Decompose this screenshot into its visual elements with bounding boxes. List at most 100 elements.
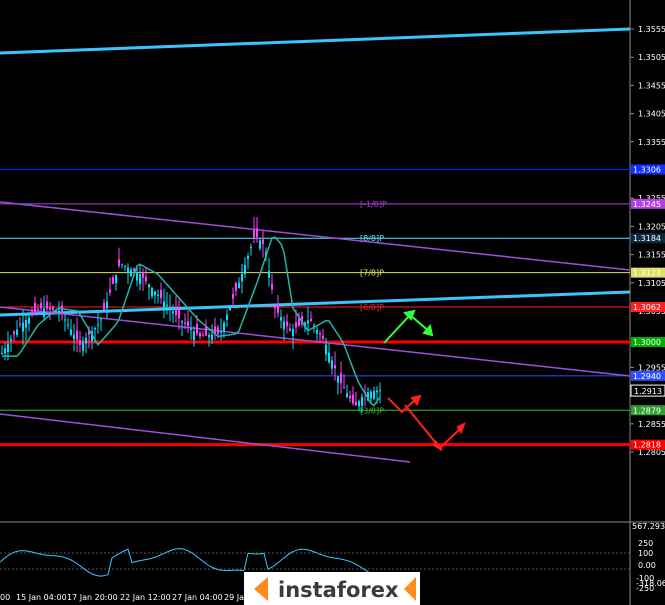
instaforex-logo: instaforex xyxy=(244,572,420,605)
price-tick-label: 1.3155 xyxy=(638,251,665,260)
candle-body xyxy=(16,329,18,335)
candle-body xyxy=(97,324,99,326)
candle-body xyxy=(235,282,237,291)
murrey-price-tag-text: 1.3245 xyxy=(633,200,661,209)
current-price-text: 1.2913 xyxy=(634,387,662,396)
candle-body xyxy=(103,302,105,311)
upper-murrey-tag-text: 1.3306 xyxy=(633,165,661,174)
candle-body xyxy=(106,301,108,309)
candle-body xyxy=(28,317,30,324)
candle-body xyxy=(13,331,15,335)
price-tick-label: 1.3405 xyxy=(638,110,665,119)
candle-body xyxy=(31,311,33,315)
indicator-tick-250: 250 xyxy=(638,539,653,548)
candle-body xyxy=(187,321,189,327)
candle-body xyxy=(64,319,66,321)
candle-body xyxy=(70,329,72,335)
candle-body xyxy=(238,282,240,289)
candle-body xyxy=(100,319,102,321)
candle-body xyxy=(373,391,375,399)
candle-body xyxy=(283,321,285,330)
candle-body xyxy=(379,389,381,391)
murrey-price-tag-text: 1.3123 xyxy=(633,269,661,278)
candle-body xyxy=(199,332,201,337)
candle-body xyxy=(178,308,180,319)
candle-body xyxy=(115,274,117,284)
candle-body xyxy=(94,327,96,330)
candle-body xyxy=(169,308,171,310)
candle-body xyxy=(7,343,9,353)
candle-body xyxy=(358,401,360,407)
murrey-price-tag-text: 1.3184 xyxy=(633,234,661,243)
indicator-tick-0: 0.00 xyxy=(638,561,656,570)
murrey-level-label: [7/8]P xyxy=(360,269,384,278)
time-label-1: 15 Jan 04:00 xyxy=(16,593,67,602)
candle-body xyxy=(19,323,21,326)
candle-body xyxy=(46,301,48,310)
candle-body xyxy=(334,364,336,369)
candle-body xyxy=(310,318,312,321)
candle-body xyxy=(205,326,207,336)
candle-body xyxy=(256,228,258,238)
candle-body xyxy=(58,310,60,313)
candle-body xyxy=(181,321,183,323)
price-tick-label: 1.2855 xyxy=(638,420,665,429)
candle-body xyxy=(121,264,123,266)
candle-body xyxy=(25,320,27,328)
candle-body xyxy=(40,302,42,309)
murrey-price-tag-text: 1.2940 xyxy=(633,372,661,381)
candle-body xyxy=(226,314,228,320)
price-tick-label: 1.3505 xyxy=(638,53,665,62)
candle-body xyxy=(49,307,51,310)
candle-body xyxy=(337,376,339,383)
candle-body xyxy=(331,360,333,369)
candle-body xyxy=(244,264,246,275)
candle-body xyxy=(37,308,39,310)
murrey-price-tag-text: 1.3062 xyxy=(633,303,661,312)
candle-body xyxy=(4,348,6,354)
candle-body xyxy=(151,287,153,297)
candle-body xyxy=(316,329,318,334)
candle-body xyxy=(343,386,345,389)
candle-body xyxy=(325,344,327,355)
candle-body xyxy=(175,309,177,315)
price-tick-label: 1.3555 xyxy=(638,25,665,34)
candle-body xyxy=(376,390,378,393)
candle-body xyxy=(172,311,174,314)
candle-body xyxy=(277,303,279,313)
candle-body xyxy=(34,302,36,313)
time-axis: 00 15 Jan 04:00 17 Jan 20:00 22 Jan 12:0… xyxy=(0,593,249,602)
candle-body xyxy=(85,338,87,344)
candle-body xyxy=(163,301,165,309)
time-label-4: 27 Jan 04:00 xyxy=(172,593,223,602)
indicator-top-value: 567.2935 xyxy=(632,522,665,531)
candle-body xyxy=(124,265,126,267)
candle-body xyxy=(166,304,168,306)
candle-body xyxy=(307,320,309,324)
candle-body xyxy=(145,276,147,282)
candle-body xyxy=(223,322,225,332)
candle-body xyxy=(286,321,288,327)
candle-body xyxy=(295,322,297,328)
candle-body xyxy=(247,255,249,259)
candle-body xyxy=(346,393,348,398)
price-tick-label: 1.3205 xyxy=(638,222,665,231)
candle-body xyxy=(109,289,111,293)
candle-body xyxy=(136,272,138,281)
candle-body xyxy=(268,270,270,278)
candle-body xyxy=(289,328,291,331)
candle-body xyxy=(274,306,276,309)
candle-body xyxy=(67,324,69,326)
candle-body xyxy=(202,335,204,337)
price-tick-label: 1.3455 xyxy=(638,81,665,90)
price-tags: 1.3306 1.3245 1.3184 1.3123 1.3062 1.3000 1.29… xyxy=(630,164,665,450)
candle-body xyxy=(328,352,330,363)
candle-body xyxy=(196,324,198,334)
candle-body xyxy=(349,395,351,399)
candle-body xyxy=(220,330,222,333)
candle-body xyxy=(184,322,186,324)
candlestick-chart[interactable]: [-1/8]P[8/8]P[7/8]P[6/8]P[3/8]P 1.35551.… xyxy=(0,0,665,605)
murrey-price-tag-text: 1.3000 xyxy=(633,338,661,347)
candle-body xyxy=(370,391,372,399)
candle-body xyxy=(79,339,81,345)
